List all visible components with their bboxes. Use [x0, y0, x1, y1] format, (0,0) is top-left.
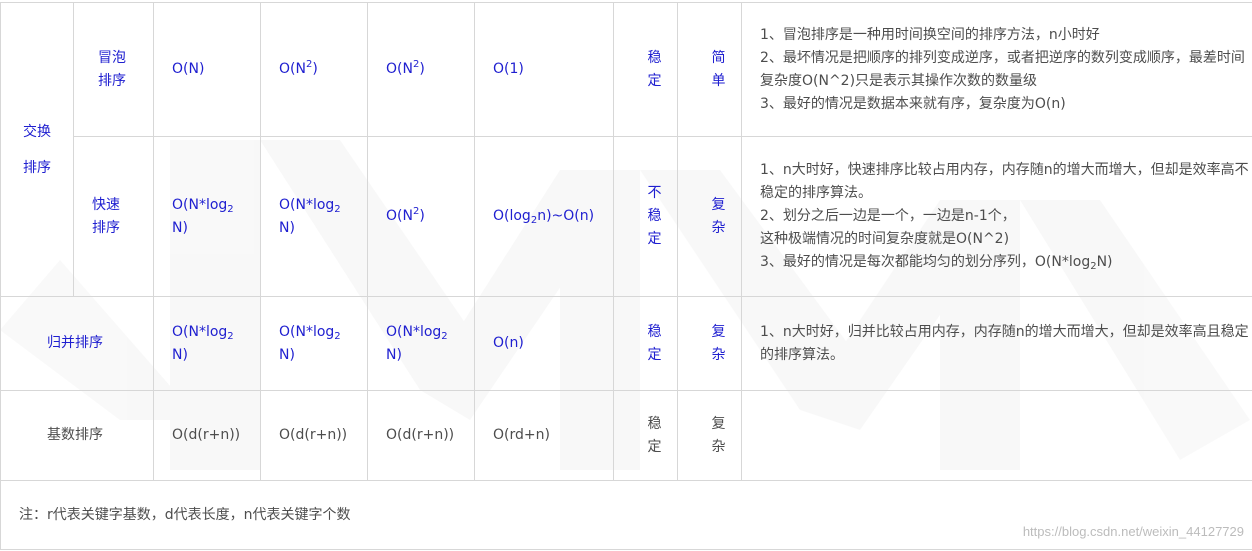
merge-best-time: O(N*log2 N) [367, 296, 475, 391]
radix-space: O(rd+n) [474, 390, 614, 481]
radix-complexity: 复杂 [677, 390, 742, 481]
quick-complexity: 复杂 [677, 136, 742, 297]
quick-worst-time: O(N*log2 N) [260, 136, 368, 297]
table-row-quick-sort: 快速 排序 O(N*log2 N) O(N*log2 N) O(N2) O(log2… [1, 136, 1252, 297]
merge-worst-time: O(N*log2 N) [260, 296, 368, 391]
quick-notes: 1、n大时好，快速排序比较占用内存，内存随n的增大而增大，但却是效率高不稳定的排… [741, 136, 1252, 297]
algo-name-bubble: 冒泡 排序 [73, 2, 154, 137]
merge-space: O(n) [474, 296, 614, 391]
watermark-url: https://blog.csdn.net/weixin_44127729 [1022, 524, 1244, 539]
quick-stability: 不稳定 [613, 136, 678, 297]
radix-stability: 稳定 [613, 390, 678, 481]
merge-avg-time: O(N*log2 N) [153, 296, 261, 391]
footer-note: 注：r代表关键字基数，d代表长度，n代表关键字个数 [0, 480, 1252, 550]
bubble-worst-time: O(N2) [260, 2, 368, 137]
group-exchange-sort: 交换 排序 [0, 2, 74, 297]
table-row-merge-sort: 归并排序 O(N*log2 N) O(N*log2 N) O(N*log2 N) O(… [0, 296, 1252, 391]
merge-stability: 稳定 [613, 296, 678, 391]
radix-notes [741, 390, 1252, 481]
quick-avg-time: O(N*log2 N) [153, 136, 261, 297]
quick-best-time: O(N2) [367, 136, 475, 297]
table-row-bubble-sort: 交换 排序 冒泡 排序 O(N) O(N2) O(N2) O(1) 稳定 简单 … [0, 2, 1252, 297]
radix-avg-time: O(d(r+n)) [153, 390, 261, 481]
algo-name-radix: 基数排序 [0, 390, 154, 481]
bubble-stability: 稳定 [613, 2, 678, 137]
algo-name-quick: 快速 排序 [73, 136, 154, 297]
merge-notes: 1、n大时好，归并比较占用内存，内存随n的增大而增大，但却是效率高且稳定的排序算… [741, 296, 1252, 391]
quick-space: O(log2n)~O(n) [474, 136, 614, 297]
radix-worst-time: O(d(r+n)) [260, 390, 368, 481]
bubble-complexity: 简单 [677, 2, 742, 137]
radix-best-time: O(d(r+n)) [367, 390, 475, 481]
table-row-radix-sort: 基数排序 O(d(r+n)) O(d(r+n)) O(d(r+n)) O(rd+… [0, 390, 1252, 481]
bubble-best-time: O(N2) [367, 2, 475, 137]
bubble-avg-time: O(N) [153, 2, 261, 137]
sort-comparison-table: 交换 排序 冒泡 排序 O(N) O(N2) O(N2) O(1) 稳定 简单 … [0, 2, 1252, 550]
bubble-notes: 1、冒泡排序是一种用时间换空间的排序方法，n小时好 2、最坏情况是把顺序的排列变… [741, 2, 1252, 137]
algo-name-merge: 归并排序 [0, 296, 154, 391]
merge-complexity: 复杂 [677, 296, 742, 391]
table-row-footer: 注：r代表关键字基数，d代表长度，n代表关键字个数 [0, 480, 1252, 550]
bubble-space: O(1) [474, 2, 614, 137]
